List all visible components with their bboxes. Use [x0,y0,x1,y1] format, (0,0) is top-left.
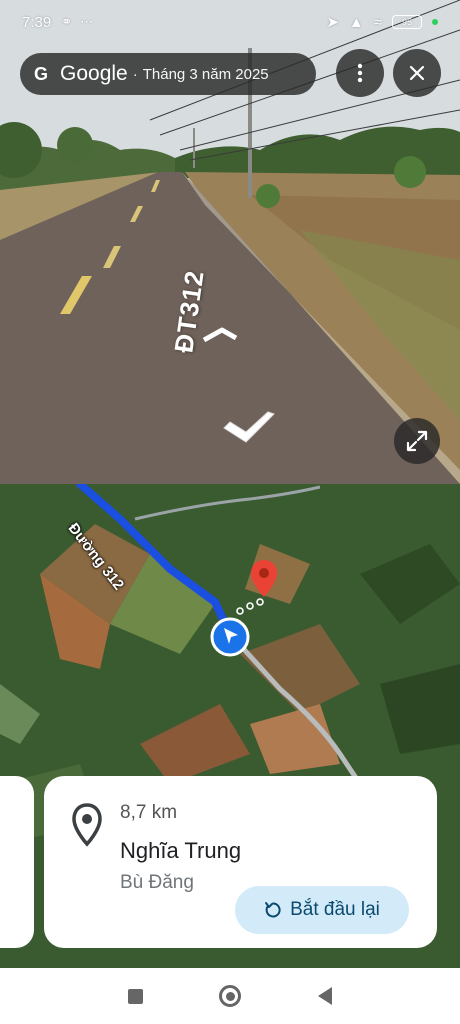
google-brand: Google [60,62,128,85]
close-button[interactable] [393,49,441,97]
place-name: Nghĩa Trung [120,838,242,863]
street-view-panel[interactable]: ĐT312 7:39 ⚭ ⋯ ➤ ▲ ≈ 95 G Google · Tháng… [0,0,460,484]
restart-button[interactable]: Bắt đầu lại [235,886,409,934]
current-location-icon[interactable] [210,617,250,657]
region-name: Bù Đăng [120,872,194,893]
restart-icon [265,902,281,918]
street-view-title-bar: G Google · Tháng 3 năm 2025 [20,53,316,95]
back-icon[interactable] [317,987,332,1005]
more-vert-icon [357,63,363,83]
status-time: 7:39 [22,13,52,31]
distance-text: 8,7 km [120,802,178,823]
restart-label: Bắt đầu lại [290,899,380,920]
globe-icon: ⚭ [61,14,73,29]
privacy-indicator-icon [432,19,438,25]
battery-level: 95 [401,17,412,27]
location-pin-icon [72,803,102,847]
destination-card[interactable]: 8,7 km Nghĩa Trung Bù Đăng Bắt đầu lại [44,776,437,948]
signal-icon: ▲ [348,13,364,31]
expand-button[interactable] [394,418,440,464]
wifi-icon: ≈ [373,13,382,31]
home-icon[interactable] [219,985,242,1007]
forward-chevron-icon[interactable] [202,326,238,346]
expand-icon [406,430,428,452]
battery-icon: 95 [392,15,422,29]
navigate-arrow-icon[interactable] [220,408,278,448]
capture-date: Tháng 3 năm 2025 [142,65,269,83]
recents-icon[interactable] [128,988,144,1004]
close-icon [409,65,425,81]
destination-pin-icon[interactable] [249,559,279,599]
more-options-button[interactable] [336,49,384,97]
previous-card[interactable] [0,776,34,948]
system-nav-bar [0,968,460,1024]
status-bar: 7:39 ⚭ ⋯ ➤ ▲ ≈ 95 [0,0,460,44]
location-arrow-icon: ➤ [326,14,339,31]
separator-dot: · [132,65,138,83]
more-notifications-icon: ⋯ [80,14,94,29]
google-g-icon: G [34,63,49,84]
